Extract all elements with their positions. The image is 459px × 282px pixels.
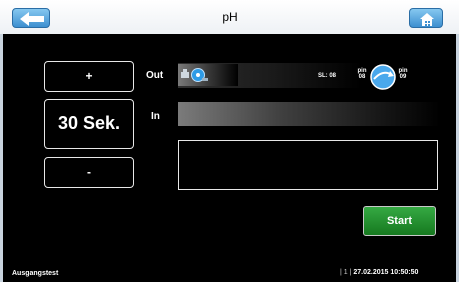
in-label: In [151, 111, 160, 122]
pin-b-label: pin 09 [398, 68, 408, 80]
back-arrow-icon [20, 12, 44, 26]
duration-display: 30 Sek. [44, 99, 134, 149]
input-bar [178, 102, 440, 126]
status-datetime: 27.02.2015 10:50:50 [353, 269, 419, 276]
decrease-time-button[interactable]: - [44, 157, 134, 188]
page-title: pH [222, 10, 238, 24]
slot-label: SL: 08 [318, 73, 337, 79]
home-icon [420, 13, 434, 26]
pin-a-label: pin 08 [357, 68, 367, 80]
back-button[interactable] [12, 8, 50, 28]
frame-left-border [0, 34, 3, 282]
pump-icon [181, 68, 208, 82]
out-label: Out [146, 70, 164, 81]
home-button[interactable] [409, 8, 443, 28]
valve-icon [370, 64, 396, 90]
status-info: | 1 | 27.02.2015 10:50:50 [340, 269, 418, 276]
status-mode: Ausgangstest [12, 270, 59, 277]
increase-time-button[interactable]: + [44, 61, 134, 92]
start-button[interactable]: Start [363, 206, 436, 236]
status-counter: | 1 | [340, 269, 352, 276]
message-box [178, 140, 438, 190]
